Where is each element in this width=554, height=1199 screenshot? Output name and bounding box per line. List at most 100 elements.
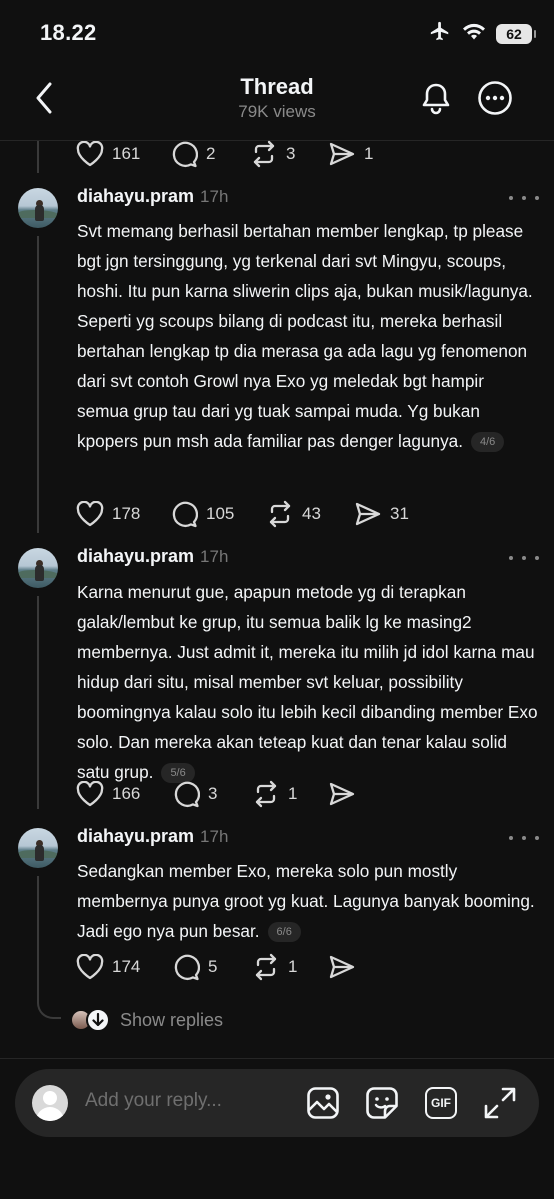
like-count: 161	[112, 144, 141, 163]
repost-icon	[255, 780, 277, 808]
comment-count: 5	[208, 957, 218, 976]
post-text: Karna menurut gue, apapun metode yg di t…	[77, 582, 538, 783]
heart-icon	[76, 141, 104, 167]
post-header: diahayu.pram 17h	[77, 186, 228, 207]
post-header: diahayu.pram 17h	[77, 546, 228, 567]
post-time: 17h	[200, 187, 229, 206]
page-title: Thread	[240, 74, 314, 99]
image-icon	[307, 1087, 339, 1119]
post-more-button[interactable]	[509, 188, 539, 208]
gif-button[interactable]: GIF	[423, 1085, 459, 1121]
post-more-button[interactable]	[509, 548, 539, 568]
comment-icon	[172, 141, 198, 168]
battery-icon: 62	[496, 23, 536, 44]
repost-count: 1	[288, 957, 298, 976]
status-icons: 62	[428, 20, 536, 47]
like-button[interactable]: 161	[76, 141, 170, 167]
comment-count: 3	[208, 784, 218, 803]
comment-count: 105	[206, 504, 235, 523]
more-icon	[478, 81, 512, 115]
airplane-icon	[428, 20, 452, 47]
previous-post-actions: 161 2 3 1	[76, 138, 373, 170]
attach-image-button[interactable]	[305, 1085, 341, 1121]
username[interactable]: diahayu.pram	[77, 546, 194, 567]
share-icon	[329, 142, 355, 166]
thread-line	[37, 596, 39, 809]
repost-button[interactable]: 3	[250, 140, 328, 168]
thread-line	[37, 876, 61, 1019]
page-badge: 6/6	[267, 922, 301, 942]
repost-icon	[253, 140, 275, 168]
arrow-down-icon	[86, 1008, 110, 1032]
repost-button[interactable]: 43	[266, 500, 354, 528]
repost-icon	[269, 500, 291, 528]
share-button[interactable]: 1	[328, 141, 373, 167]
comment-button[interactable]: 105	[170, 500, 266, 528]
share-count: 31	[390, 504, 409, 523]
avatar	[32, 1085, 68, 1121]
avatar[interactable]	[18, 188, 58, 228]
post-time: 17h	[200, 827, 229, 846]
like-button[interactable]: 174	[76, 954, 172, 980]
post-time: 17h	[200, 547, 229, 566]
page-badge: 4/6	[471, 432, 505, 452]
status-bar: 18.22 62	[0, 0, 554, 66]
sticker-icon	[366, 1087, 398, 1119]
expand-button[interactable]	[482, 1085, 518, 1121]
repost-button[interactable]: 1	[252, 953, 328, 981]
username[interactable]: diahayu.pram	[77, 186, 194, 207]
post-actions: 166 3 1	[76, 778, 364, 810]
sticker-button[interactable]	[364, 1085, 400, 1121]
post-actions: 174 5 1	[76, 951, 364, 983]
comment-button[interactable]: 3	[172, 780, 252, 808]
avatar[interactable]	[18, 548, 58, 588]
repost-count: 3	[286, 144, 296, 163]
avatar[interactable]	[18, 828, 58, 868]
heart-icon	[76, 954, 104, 980]
more-options-button[interactable]	[475, 78, 515, 118]
post-text: Svt memang berhasil bertahan member leng…	[77, 221, 533, 452]
like-count: 178	[112, 504, 141, 523]
share-icon	[329, 782, 355, 806]
share-button[interactable]	[328, 954, 364, 980]
show-replies-label: Show replies	[120, 1009, 224, 1030]
post-actions: 178 105 43 31	[76, 498, 409, 530]
post-header: diahayu.pram 17h	[77, 826, 228, 847]
like-button[interactable]: 166	[76, 781, 172, 807]
repost-button[interactable]: 1	[252, 780, 328, 808]
post-more-button[interactable]	[509, 828, 539, 848]
share-icon	[329, 955, 355, 979]
wifi-icon	[462, 21, 486, 46]
repost-icon	[255, 953, 277, 981]
expand-icon	[484, 1087, 516, 1119]
like-count: 166	[112, 784, 141, 803]
view-count: 79K views	[238, 102, 316, 121]
comment-button[interactable]: 2	[170, 140, 250, 168]
username[interactable]: diahayu.pram	[77, 826, 194, 847]
share-count: 1	[364, 144, 374, 163]
heart-icon	[76, 781, 104, 807]
comment-icon	[172, 501, 198, 528]
show-replies-button[interactable]: Show replies	[70, 1006, 223, 1034]
title-block: Thread 79K views	[0, 74, 554, 122]
status-time: 18.22	[40, 20, 97, 45]
repost-count: 43	[302, 504, 321, 523]
gif-icon: GIF	[425, 1087, 457, 1119]
post-text: Sedangkan member Exo, mereka solo pun mo…	[77, 861, 535, 942]
like-button[interactable]: 178	[76, 501, 170, 527]
composer-divider	[0, 1058, 554, 1059]
share-button[interactable]: 31	[354, 501, 409, 527]
reply-input[interactable]	[85, 1090, 285, 1112]
thread-line	[37, 141, 39, 173]
share-icon	[355, 502, 381, 526]
reply-composer: GIF	[15, 1069, 539, 1137]
comment-button[interactable]: 5	[172, 953, 252, 981]
repost-count: 1	[288, 784, 298, 803]
comment-icon	[174, 781, 200, 808]
thread-header: Thread 79K views	[0, 66, 554, 130]
like-count: 174	[112, 957, 141, 976]
notification-button[interactable]	[416, 78, 456, 118]
share-button[interactable]	[328, 781, 364, 807]
comment-count: 2	[206, 144, 216, 163]
comment-icon	[174, 954, 200, 981]
